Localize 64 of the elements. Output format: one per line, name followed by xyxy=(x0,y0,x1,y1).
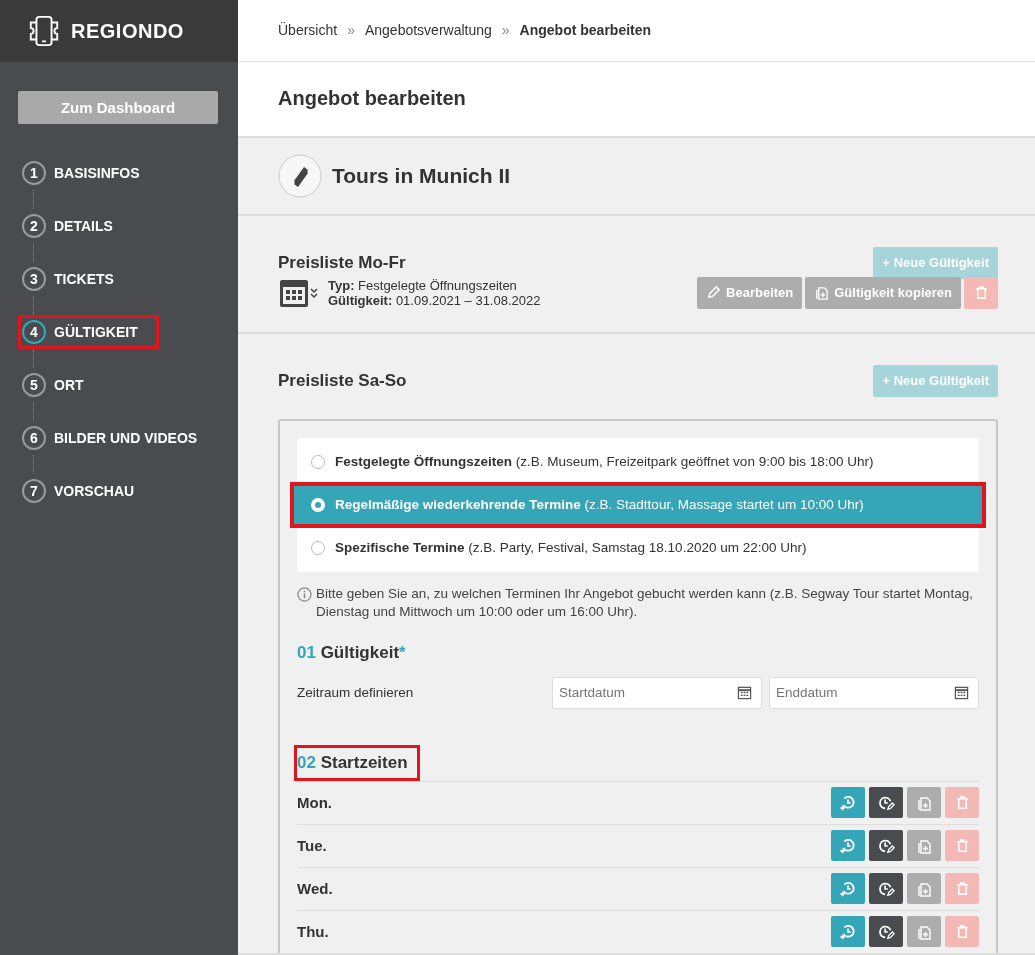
trash-icon xyxy=(954,881,970,897)
calendar-icon[interactable] xyxy=(954,685,969,700)
end-date-field[interactable]: Enddatum xyxy=(769,677,979,709)
breadcrumb-separator: » xyxy=(501,22,510,39)
copy-icon xyxy=(916,795,932,811)
calendar-dropdown-icon[interactable] xyxy=(278,277,320,309)
highlighted-step-item[interactable]: 4 GÜLTIGKEIT xyxy=(18,315,159,349)
breadcrumb-link[interactable]: Übersicht xyxy=(278,22,338,39)
step-item[interactable]: 2 DETAILS xyxy=(18,209,122,243)
calendar-icon[interactable] xyxy=(737,685,752,700)
pencil-icon xyxy=(706,285,722,301)
edit-time-button[interactable] xyxy=(869,830,903,862)
trash-icon xyxy=(954,795,970,811)
step-item[interactable]: 5 ORT xyxy=(18,368,93,402)
clock-pencil-icon xyxy=(877,923,895,941)
delete-button[interactable] xyxy=(945,873,979,905)
field-label: Zeitraum definieren xyxy=(297,685,414,701)
radio-option[interactable]: Spezifische Termine (z.B. Party, Festival, Samstag 18.10.2020 um 22:00 Uhr) xyxy=(293,528,983,568)
copy-icon xyxy=(916,881,932,897)
edit-time-button[interactable] xyxy=(869,787,903,819)
weekday-label: Wed. xyxy=(297,880,333,898)
clock-plus-icon xyxy=(839,794,857,812)
copy-icon xyxy=(814,285,830,301)
breadcrumb-link[interactable]: Angebotsverwaltung xyxy=(364,22,492,39)
step-item[interactable]: 3 TICKETS xyxy=(18,262,123,296)
validity-info: Gültigkeit: 01.09.2021 – 31.08.2022 xyxy=(328,293,541,308)
info-icon xyxy=(297,587,312,602)
clock-plus-icon xyxy=(839,880,857,898)
radio-option[interactable]: Festgelegte Öffnungszeiten (z.B. Museum, Freizeitpark geöffnet von 9:00 bis 18:00 Uhr) xyxy=(293,442,983,482)
weekday-label: Mon. xyxy=(297,794,332,812)
info-text: Bitte geben Sie an, zu welchen Terminen Ihr Angebot gebucht werden kann (z.B. Segway Tour startet Montag, Dienstag und Mittwoch um 10:00 oder um 16:00 Uhr). xyxy=(316,585,974,621)
edit-time-button[interactable] xyxy=(869,873,903,905)
delete-button[interactable] xyxy=(964,277,998,309)
step-item[interactable]: 7 VORSCHAU xyxy=(18,474,144,508)
breadcrumb-current: Angebot bearbeiten xyxy=(519,22,652,39)
pricelist-title: Preisliste Mo-Fr xyxy=(278,253,406,273)
section-heading: 01 Gültigkeit* xyxy=(297,643,406,663)
delete-button[interactable] xyxy=(945,830,979,862)
weekday-label: Thu. xyxy=(297,923,329,941)
step-item[interactable]: 6 BILDER UND VIDEOS xyxy=(18,421,207,455)
copy-icon xyxy=(916,924,932,940)
clock-plus-icon xyxy=(839,837,857,855)
brand-name: REGIONDO xyxy=(71,19,184,43)
clock-pencil-icon xyxy=(877,794,895,812)
type-info: Typ: Festgelegte Öffnungszeiten xyxy=(328,278,518,293)
delete-button[interactable] xyxy=(945,787,979,819)
highlighted-section-heading: 02 Startzeiten xyxy=(294,745,420,781)
trash-icon xyxy=(954,924,970,940)
step-item[interactable]: 1 BASISINFOS xyxy=(18,156,149,190)
trash-icon xyxy=(973,285,989,301)
delete-button[interactable] xyxy=(945,916,979,948)
breadcrumb-separator: » xyxy=(347,22,355,39)
clock-pencil-icon xyxy=(877,880,895,898)
weekday-label: Tue. xyxy=(297,837,327,855)
edit-time-button[interactable] xyxy=(869,916,903,948)
clock-plus-icon xyxy=(839,923,857,941)
pricelist-title: Preisliste Sa-So xyxy=(278,371,407,391)
offer-title: Tours in Munich II xyxy=(332,163,511,188)
page-title: Angebot bearbeiten xyxy=(278,87,466,111)
start-date-field[interactable]: Startdatum xyxy=(552,677,762,709)
copy-icon xyxy=(916,838,932,854)
phone-logo-icon xyxy=(27,14,61,48)
clock-pencil-icon xyxy=(877,837,895,855)
trash-icon xyxy=(954,838,970,854)
